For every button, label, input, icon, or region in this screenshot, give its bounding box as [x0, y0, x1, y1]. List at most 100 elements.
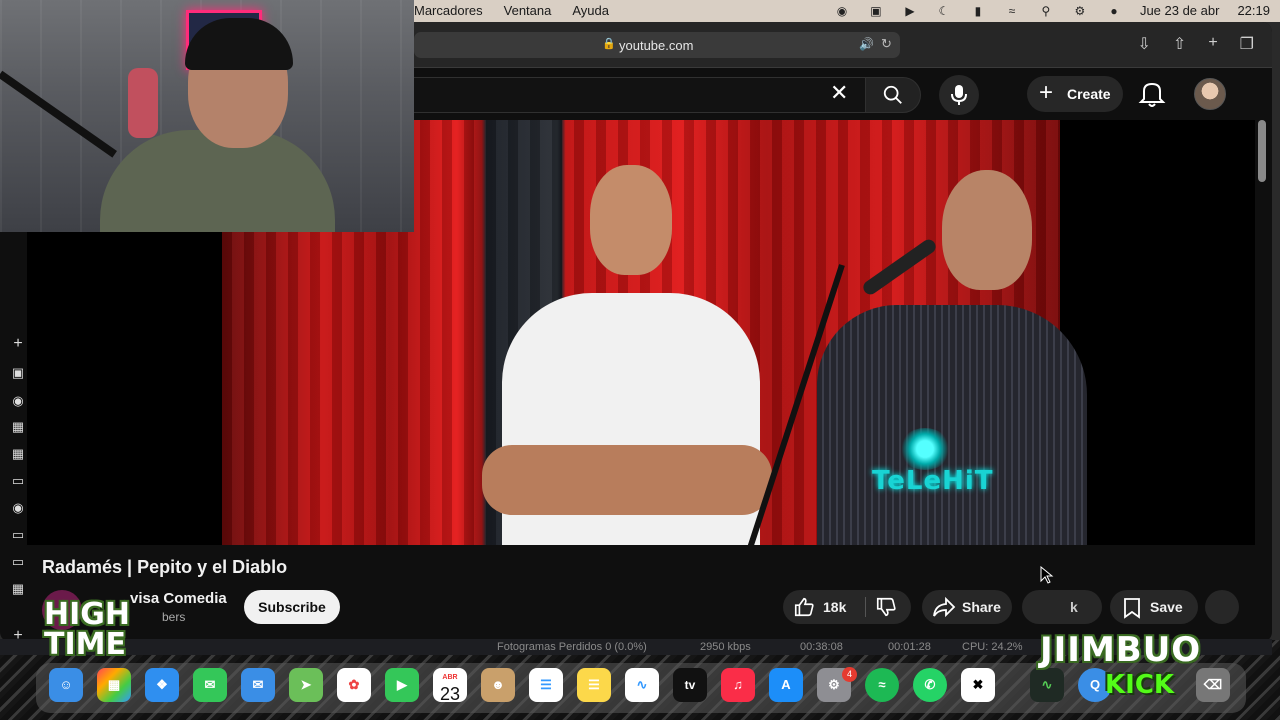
download-icon[interactable]: ⇩	[1138, 34, 1151, 54]
lock-icon: 🔒	[602, 38, 616, 50]
search-button[interactable]	[865, 77, 921, 113]
menubar-date[interactable]: Jue 23 de abr	[1140, 3, 1220, 18]
create-button[interactable]: + Create	[1027, 76, 1123, 112]
window-icon[interactable]: ▣	[868, 4, 884, 18]
tabs-overview-icon[interactable]: ❐	[1240, 34, 1254, 54]
app-store-icon[interactable]: A	[769, 668, 803, 702]
streamer-microphone	[128, 68, 158, 138]
camera-icon-2[interactable]: ◉	[10, 500, 26, 516]
channel-name[interactable]: visa Comedia	[130, 590, 227, 607]
messages-icon[interactable]: ✉	[193, 668, 227, 702]
mail-icon[interactable]: ✉	[241, 668, 275, 702]
calendar-icon[interactable]: ABR 23	[433, 668, 467, 704]
subscriber-count: bers	[162, 610, 186, 624]
app-menus: Marcadores Ventana Ayuda	[414, 3, 609, 18]
contacts-icon[interactable]: ☻	[481, 668, 515, 702]
cpu-usage: CPU: 24.2%	[962, 641, 1023, 653]
performer-left	[482, 165, 772, 545]
freeform-icon[interactable]: ∿	[625, 668, 659, 702]
notes-icon[interactable]: ☰	[577, 668, 611, 702]
address-bar[interactable]: 🔒 youtube.com 🔊 ↻	[414, 32, 900, 58]
siri-icon[interactable]: ●	[1106, 4, 1122, 18]
video-title: Radamés | Pepito y el Diablo	[42, 557, 288, 577]
clip-button[interactable]: k	[1022, 590, 1102, 624]
more-actions-button[interactable]	[1205, 590, 1239, 624]
maps-icon[interactable]: ➤	[289, 668, 323, 702]
bitrate: 2950 kbps	[700, 641, 751, 653]
clip-label: k	[1070, 599, 1078, 615]
toolbar-right: ⇩ ⇧ + ❐	[1138, 34, 1255, 54]
image-icon[interactable]: ▦	[10, 419, 26, 435]
calendar-month: ABR	[442, 674, 458, 681]
subscribe-button[interactable]: Subscribe	[244, 590, 340, 624]
like-dislike-group: 18k	[783, 590, 911, 624]
image-icon-3[interactable]: ▦	[10, 581, 26, 597]
capcut-icon[interactable]: ✖	[961, 668, 995, 702]
wifi-icon[interactable]: ≈	[1004, 4, 1020, 18]
page-scrollbar[interactable]	[1258, 120, 1266, 182]
spotify-icon[interactable]: ≈	[865, 668, 899, 702]
obs-icon[interactable]: ◉	[834, 4, 850, 18]
like-count[interactable]: 18k	[823, 599, 846, 615]
notifications-bell-icon[interactable]	[1138, 79, 1166, 109]
image-icon-2[interactable]: ▦	[10, 446, 26, 462]
music-icon[interactable]: ♫	[721, 668, 755, 702]
plus-icon: +	[1039, 79, 1054, 106]
play-icon[interactable]: ▶	[902, 4, 918, 18]
activity-monitor-icon[interactable]: ∿	[1030, 668, 1064, 702]
display-icon[interactable]: ▭	[10, 473, 26, 489]
bookmark-icon	[1124, 598, 1140, 619]
launchpad-icon[interactable]: ▦	[97, 668, 131, 702]
search-input[interactable]	[380, 77, 865, 113]
safari-icon[interactable]: ❖	[145, 668, 179, 702]
whatsapp-icon[interactable]: ✆	[913, 668, 947, 702]
dropped-frames: Fotogramas Perdidos 0 (0.0%)	[497, 641, 647, 653]
facetime-icon[interactable]: ▶	[385, 668, 419, 702]
reminders-icon[interactable]: ☰	[529, 668, 563, 702]
display-icon-2[interactable]: ▭	[10, 527, 26, 543]
scene-icon[interactable]: ▣	[10, 365, 26, 381]
share-icon[interactable]: ⇧	[1173, 34, 1186, 54]
obs-side-dock: + ▣ ◉ ▦ ▦ ▭ ◉ ▭ ▭ ▦ +	[0, 327, 36, 642]
spotlight-search-icon[interactable]: ⚲	[1038, 4, 1054, 18]
stream-time: 00:38:08	[800, 641, 843, 653]
voice-search-button[interactable]	[939, 75, 979, 115]
control-center-icon[interactable]: ⚙	[1072, 4, 1088, 18]
display-icon-3[interactable]: ▭	[10, 554, 26, 570]
add-source-icon[interactable]: +	[10, 335, 26, 353]
settings-badge: 4	[842, 667, 857, 682]
reload-icon[interactable]: ↻	[881, 36, 892, 52]
high-time-overlay: HIGH TIME	[44, 600, 130, 660]
trash-icon[interactable]: ⌫	[1196, 668, 1230, 702]
battery-icon[interactable]: ▮	[970, 4, 986, 18]
menubar-time[interactable]: 22:19	[1237, 3, 1270, 18]
streamer-brand-overlay: JIIMBUO	[1040, 630, 1202, 670]
photos-icon[interactable]: ✿	[337, 668, 371, 702]
apple-tv-icon[interactable]: tv	[673, 668, 707, 702]
url-text: youtube.com	[619, 38, 694, 53]
audio-icon[interactable]: 🔊	[859, 37, 874, 51]
webcam-overlay	[0, 0, 414, 232]
menu-help[interactable]: Ayuda	[572, 3, 609, 18]
thumbs-up-icon[interactable]	[793, 596, 815, 618]
new-tab-icon[interactable]: +	[1208, 34, 1217, 54]
menu-window[interactable]: Ventana	[504, 3, 552, 18]
share-label: Share	[962, 599, 1001, 615]
high-time-line2: TIME	[44, 627, 126, 662]
thumbs-down-icon[interactable]	[875, 596, 897, 618]
record-time: 00:01:28	[888, 641, 931, 653]
menu-bookmarks[interactable]: Marcadores	[414, 3, 483, 18]
finder-icon[interactable]: ☺	[49, 668, 83, 702]
channel-logo-icon	[899, 428, 951, 470]
calendar-day: 23	[439, 684, 461, 704]
share-button[interactable]: Share	[922, 590, 1012, 624]
status-menus: ◉ ▣ ▶ ☾ ▮ ≈ ⚲ ⚙ ● Jue 23 de abr 22:19	[834, 3, 1270, 18]
camera-icon[interactable]: ◉	[10, 393, 26, 409]
moon-icon[interactable]: ☾	[936, 4, 952, 18]
kick-logo-overlay: KICK	[1105, 670, 1175, 700]
divider	[865, 597, 866, 617]
video-watermark: TeLeHiT	[872, 466, 994, 496]
account-avatar[interactable]	[1194, 78, 1226, 110]
clear-search-icon[interactable]: ✕	[830, 80, 848, 106]
save-button[interactable]: Save	[1110, 590, 1198, 624]
